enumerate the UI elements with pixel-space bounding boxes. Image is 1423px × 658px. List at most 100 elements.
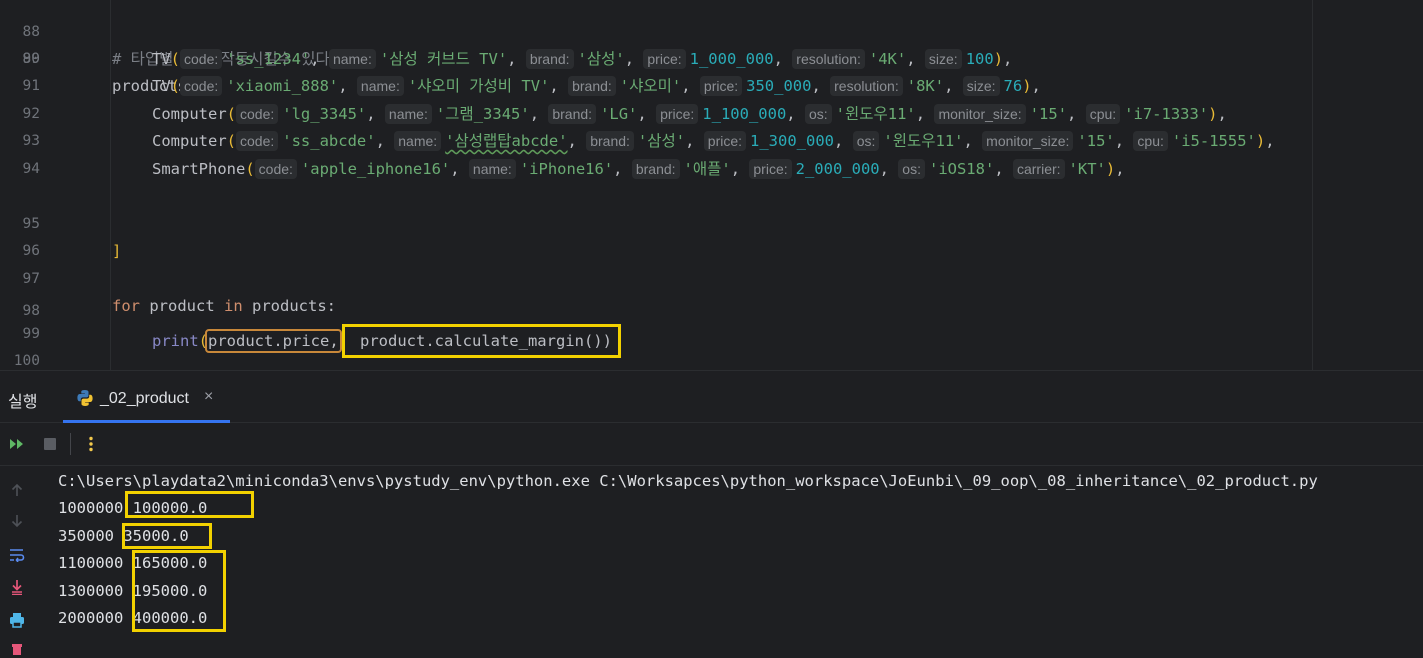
number-literal: 1_100_000 — [702, 105, 787, 123]
open-paren: ( — [245, 160, 255, 178]
param-hint: name: — [356, 76, 404, 96]
number-literal: 100 — [965, 50, 994, 68]
code-line[interactable]: 96 — [0, 211, 1423, 259]
param-hint: name: — [328, 49, 376, 69]
code-line[interactable]: 99 — [0, 294, 1423, 342]
string-literal: '삼성랩탑abcde' — [445, 132, 568, 150]
line-number: 91 — [22, 78, 40, 94]
line-number: 100 — [13, 353, 40, 369]
open-paren: ( — [226, 105, 236, 123]
class-name: Computer — [152, 132, 227, 150]
param-hint: size: — [962, 76, 1000, 96]
output-price: 1100000 — [58, 554, 124, 573]
console-output[interactable]: C:\Users\playdata2\miniconda3\envs\pystu… — [58, 468, 1423, 650]
code-line[interactable]: 95 ] — [0, 184, 1423, 260]
close-paren: ) — [1105, 160, 1116, 178]
string-literal: '15' — [1077, 132, 1115, 150]
string-literal: '윈도우11' — [835, 105, 916, 123]
string-literal: '샤오미 가성비 TV' — [407, 77, 550, 95]
param-hint: os: — [804, 104, 832, 124]
string-literal: 'i7-1333' — [1124, 105, 1209, 123]
code-line[interactable]: 94 SmartPhone(code:'apple_iphone16', name… — [0, 156, 1423, 183]
param-hint: brand: — [631, 159, 680, 179]
run-panel-title[interactable]: 실행 — [8, 388, 37, 412]
output-price: 1300000 — [58, 581, 124, 600]
code-line[interactable]: 88 # 타입별 달리 작동시킬수 있다. — [0, 0, 1423, 68]
code-line[interactable]: 90 TV(code:'ss_1234', name: '삼성 커브드 TV', b… — [0, 46, 1423, 73]
string-literal: 'apple_iphone16' — [300, 160, 451, 178]
number-literal: 350_000 — [746, 77, 812, 95]
param-hint: name: — [384, 104, 432, 124]
string-literal: '8K' — [906, 77, 945, 95]
number-literal: 76 — [1003, 77, 1023, 95]
scroll-up-icon[interactable] — [8, 481, 26, 499]
param-hint: price: — [703, 131, 747, 151]
param-hint: cpu: — [1085, 104, 1121, 124]
param-hint: monitor_size: — [934, 104, 1026, 124]
highlight-box-margin-1 — [125, 491, 254, 518]
code-line[interactable]: 92 Computer(code:'lg_3345', name: '그램_3345… — [0, 101, 1423, 128]
close-paren: ) — [1255, 132, 1266, 150]
string-literal: '4K' — [868, 50, 907, 68]
string-literal: '15' — [1029, 105, 1068, 123]
param-hint: os: — [852, 131, 880, 151]
param-hint: resolution: — [792, 49, 865, 69]
stop-icon[interactable] — [41, 435, 59, 453]
open-paren: ( — [170, 77, 181, 95]
output-price: 2000000 — [58, 609, 124, 628]
param-hint: price: — [699, 76, 743, 96]
rerun-icon[interactable] — [8, 435, 26, 453]
string-literal: 'KT' — [1068, 160, 1106, 178]
string-literal: '샤오미' — [619, 77, 682, 95]
string-literal: 'xiaomi_888' — [226, 77, 339, 95]
param-hint: carrier: — [1012, 159, 1065, 179]
number-literal: 1_300_000 — [750, 132, 835, 150]
trash-icon[interactable] — [8, 640, 26, 658]
code-line[interactable]: 91 TV(code:'xiaomi_888', name: '샤오미 가성비 TV… — [0, 73, 1423, 100]
run-tab[interactable]: _02_product × — [63, 371, 230, 423]
scroll-to-end-icon[interactable] — [8, 578, 26, 596]
param-hint: price: — [749, 159, 792, 179]
console-side-toolbar — [0, 466, 34, 655]
close-paren: ) — [1208, 105, 1218, 123]
code-line[interactable]: 98 print(product.price, product.calculat… — [0, 266, 1423, 358]
output-price: 1000000 — [58, 499, 124, 517]
more-options-icon[interactable] — [82, 435, 100, 453]
highlight-box-margin-3-5 — [132, 550, 226, 632]
print-icon[interactable] — [8, 611, 26, 629]
string-literal: '삼성' — [577, 50, 625, 68]
code-line[interactable]: 93 Computer(code:'ss_abcde', name: '삼성랩탑ab… — [0, 128, 1423, 155]
code-line[interactable]: 100 — [0, 321, 1423, 369]
code-line[interactable]: 97 for product in products: — [0, 239, 1423, 315]
param-hint: code: — [254, 159, 297, 179]
run-toolbar — [0, 423, 1423, 466]
class-name: SmartPhone — [152, 160, 246, 178]
param-hint: os: — [898, 159, 925, 179]
string-literal: 'ss_1234' — [226, 50, 311, 68]
param-hint: brand: — [568, 76, 616, 96]
string-literal: 'i5-1555' — [1171, 132, 1256, 150]
highlight-box-margin-2 — [122, 523, 212, 549]
param-hint: brand: — [586, 131, 634, 151]
class-name: TV — [152, 77, 171, 95]
line-number: 90 — [22, 51, 40, 67]
code-line[interactable]: 89 products = [ — [0, 19, 1423, 95]
param-hint: brand: — [525, 49, 574, 69]
open-paren: ( — [170, 50, 181, 68]
close-icon[interactable]: × — [204, 388, 213, 406]
param-hint: resolution: — [830, 76, 903, 96]
param-hint: code: — [236, 131, 279, 151]
param-hint: monitor_size: — [982, 131, 1074, 151]
close-paren: ) — [1022, 77, 1032, 95]
soft-wrap-icon[interactable] — [8, 546, 26, 564]
string-literal: 'lg_3345' — [282, 105, 367, 123]
param-hint: code: — [180, 76, 223, 96]
string-literal: 'iOS18' — [928, 160, 995, 178]
param-hint: cpu: — [1133, 131, 1168, 151]
run-tab-label: _02_product — [100, 390, 189, 407]
line-number: 94 — [22, 161, 40, 177]
code-editor[interactable]: 88 # 타입별 달리 작동시킬수 있다. 89 products = [ 90… — [0, 0, 1423, 370]
param-hint: size: — [924, 49, 962, 69]
scroll-down-icon[interactable] — [8, 512, 26, 530]
string-literal: '삼성 커브드 TV' — [379, 50, 508, 68]
